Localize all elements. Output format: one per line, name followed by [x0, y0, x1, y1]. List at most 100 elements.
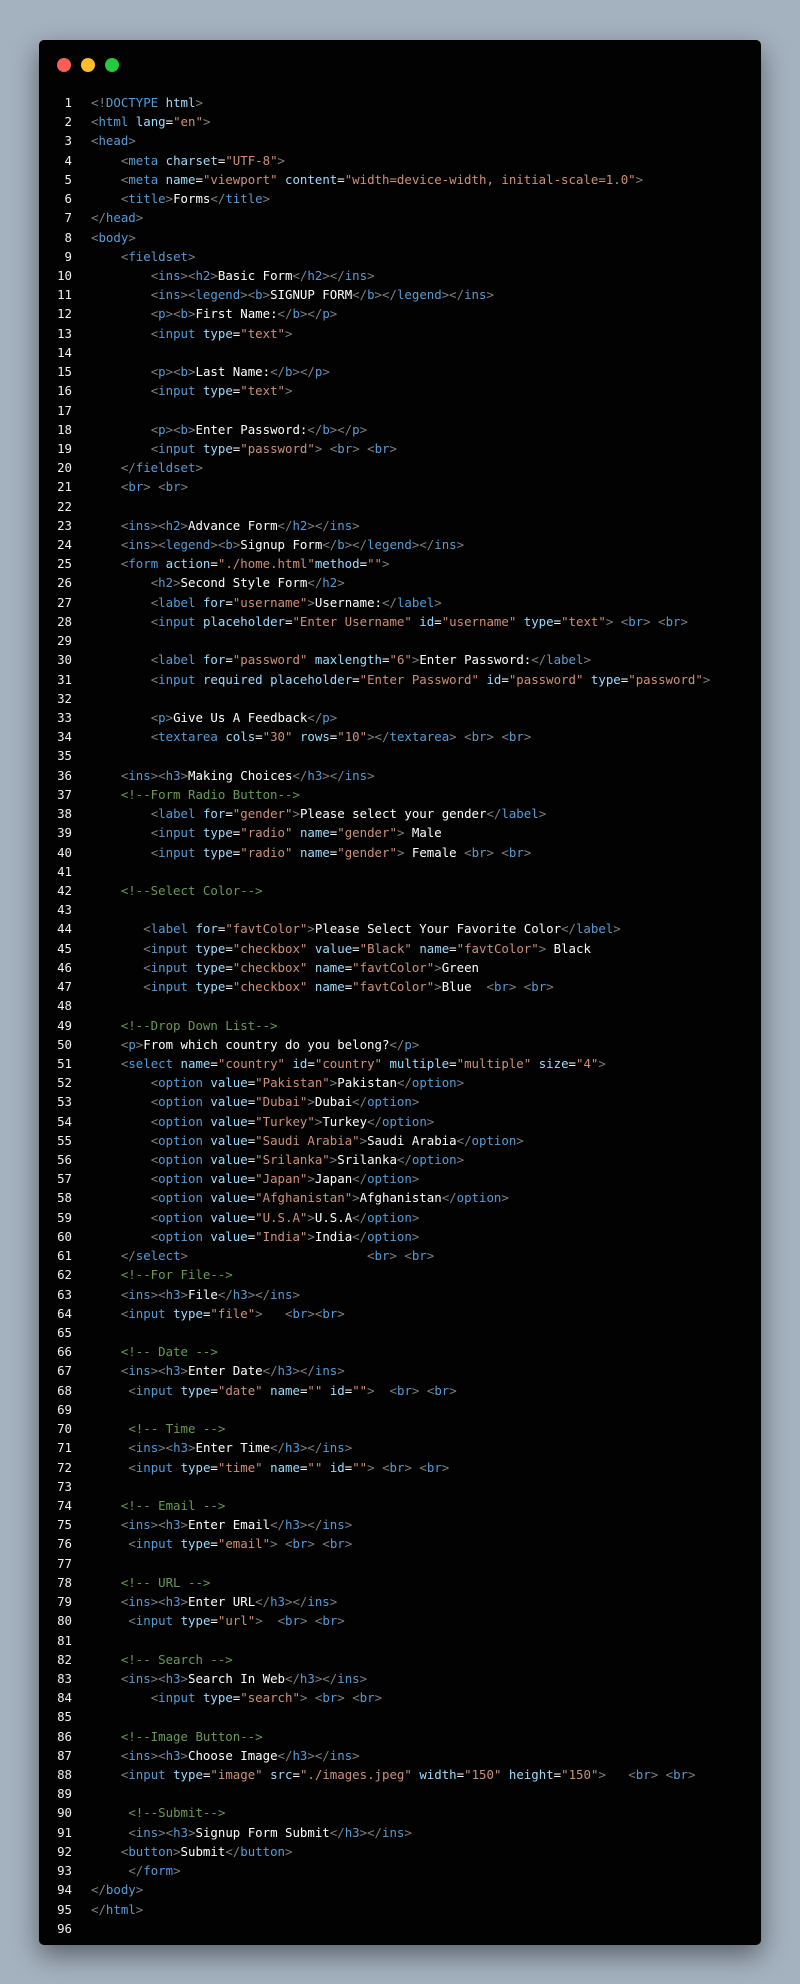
- line-content: </body>: [72, 1880, 143, 1899]
- code-token: </: [292, 267, 308, 283]
- code-token: >: [337, 575, 345, 591]
- line-content: <ins><h3>Making Choices</h3></ins>: [72, 766, 375, 785]
- code-token: "email": [217, 1536, 271, 1552]
- code-token: >: [307, 921, 315, 937]
- code-token: type: [195, 959, 226, 975]
- line-content: <p><b>Enter Password:</b></p>: [72, 420, 367, 439]
- code-token: input: [135, 1536, 174, 1552]
- code-token: "password": [232, 652, 308, 668]
- code-token: ></: [367, 729, 390, 745]
- code-line: 22: [39, 497, 761, 516]
- code-line: 62 <!--For File-->: [39, 1265, 761, 1284]
- line-content: <ins><legend><b>SIGNUP FORM</b></legend>…: [72, 285, 494, 304]
- code-token: >: [374, 1690, 383, 1706]
- code-token: legend: [195, 287, 241, 303]
- minimize-dot[interactable]: [81, 58, 95, 72]
- code-token: >: [285, 325, 293, 341]
- code-token: >: [307, 1536, 315, 1552]
- line-content: <input type="date" name="" id=""> <br> <…: [72, 1381, 456, 1400]
- code-line: 14: [39, 343, 761, 362]
- code-token: </: [217, 1286, 233, 1302]
- code-token: "./images.jpeg": [299, 1767, 412, 1783]
- code-token: "image": [210, 1767, 263, 1783]
- code-token: >: [255, 1305, 263, 1321]
- code-token: label: [158, 652, 196, 668]
- code-token: "text": [240, 383, 286, 399]
- line-number: 15: [57, 364, 72, 380]
- code-token: </: [262, 1363, 278, 1379]
- code-token: ><: [150, 1517, 166, 1533]
- code-token: br: [374, 1248, 390, 1264]
- code-token: <: [285, 1536, 293, 1552]
- line-content: </select> <br> <br>: [72, 1246, 434, 1265]
- code-token: p: [128, 1036, 136, 1052]
- line-content: <ins><h3>Signup Form Submit</h3></ins>: [72, 1823, 412, 1842]
- code-token: ><: [150, 537, 166, 553]
- code-token: textarea: [158, 729, 218, 745]
- line-number: 32: [57, 690, 72, 706]
- code-editor[interactable]: 1 <!DOCTYPE html> 2 <html lang="en"> 3 <head>…: [39, 93, 761, 1938]
- close-dot[interactable]: [57, 58, 71, 72]
- code-token: ></: [307, 1747, 330, 1763]
- maximize-dot[interactable]: [105, 58, 119, 72]
- code-token: "gender": [337, 844, 397, 860]
- line-content: </head>: [72, 208, 143, 227]
- code-token: >: [180, 767, 189, 783]
- code-token: <!: [91, 95, 106, 110]
- code-token: <!--Drop Down List-->: [120, 1017, 278, 1033]
- code-line: 87 <ins><h3>Choose Image</h3></ins>: [39, 1746, 761, 1765]
- code-token: >: [285, 383, 293, 399]
- code-token: "viewport": [202, 171, 278, 187]
- code-token: meta: [128, 152, 159, 168]
- code-token: >: [307, 1094, 315, 1110]
- code-token: h2: [165, 517, 181, 533]
- line-content: <input type="password"> <br> <br>: [72, 439, 397, 458]
- code-token: Dubai: [314, 1094, 353, 1110]
- line-content: <!-- Email -->: [72, 1496, 225, 1515]
- code-token: >: [538, 806, 547, 822]
- line-content: <!-- Search -->: [72, 1650, 233, 1669]
- line-content: <input type="email"> <br> <br>: [72, 1534, 352, 1553]
- code-line: 89: [39, 1784, 761, 1803]
- code-token: <: [143, 979, 151, 995]
- code-token: <!-- Time -->: [128, 1421, 226, 1437]
- code-token: br: [493, 979, 509, 995]
- code-token: for: [202, 806, 226, 822]
- code-token: ><: [240, 287, 256, 303]
- line-content: [72, 862, 91, 881]
- code-token: <: [128, 1613, 136, 1629]
- code-token: >: [449, 729, 457, 745]
- line-content: <input type="checkbox" value="Black" nam…: [72, 939, 591, 958]
- line-content: <option value="U.S.A">U.S.A</option>: [72, 1208, 420, 1227]
- code-token: h3: [165, 1363, 181, 1379]
- code-token: input: [128, 1305, 166, 1321]
- line-number: 80: [57, 1613, 72, 1629]
- line-number: 1: [64, 95, 72, 110]
- code-token: >: [307, 594, 315, 610]
- code-token: type: [202, 1690, 233, 1706]
- code-token: "Pakistan": [255, 1075, 330, 1091]
- code-line: 33 <p>Give Us A Feedback</p>: [39, 708, 761, 727]
- code-token: cols: [225, 729, 256, 745]
- code-line: 4 <meta charset="UTF-8">: [39, 151, 761, 170]
- code-token: >: [292, 1286, 300, 1302]
- code-token: >: [404, 1459, 412, 1475]
- line-content: <input type="image" src="./images.jpeg" …: [72, 1765, 696, 1784]
- code-token: Enter URL: [188, 1594, 256, 1610]
- line-number: 96: [57, 1920, 72, 1936]
- code-token: type: [202, 383, 233, 399]
- code-token: "password": [628, 671, 703, 687]
